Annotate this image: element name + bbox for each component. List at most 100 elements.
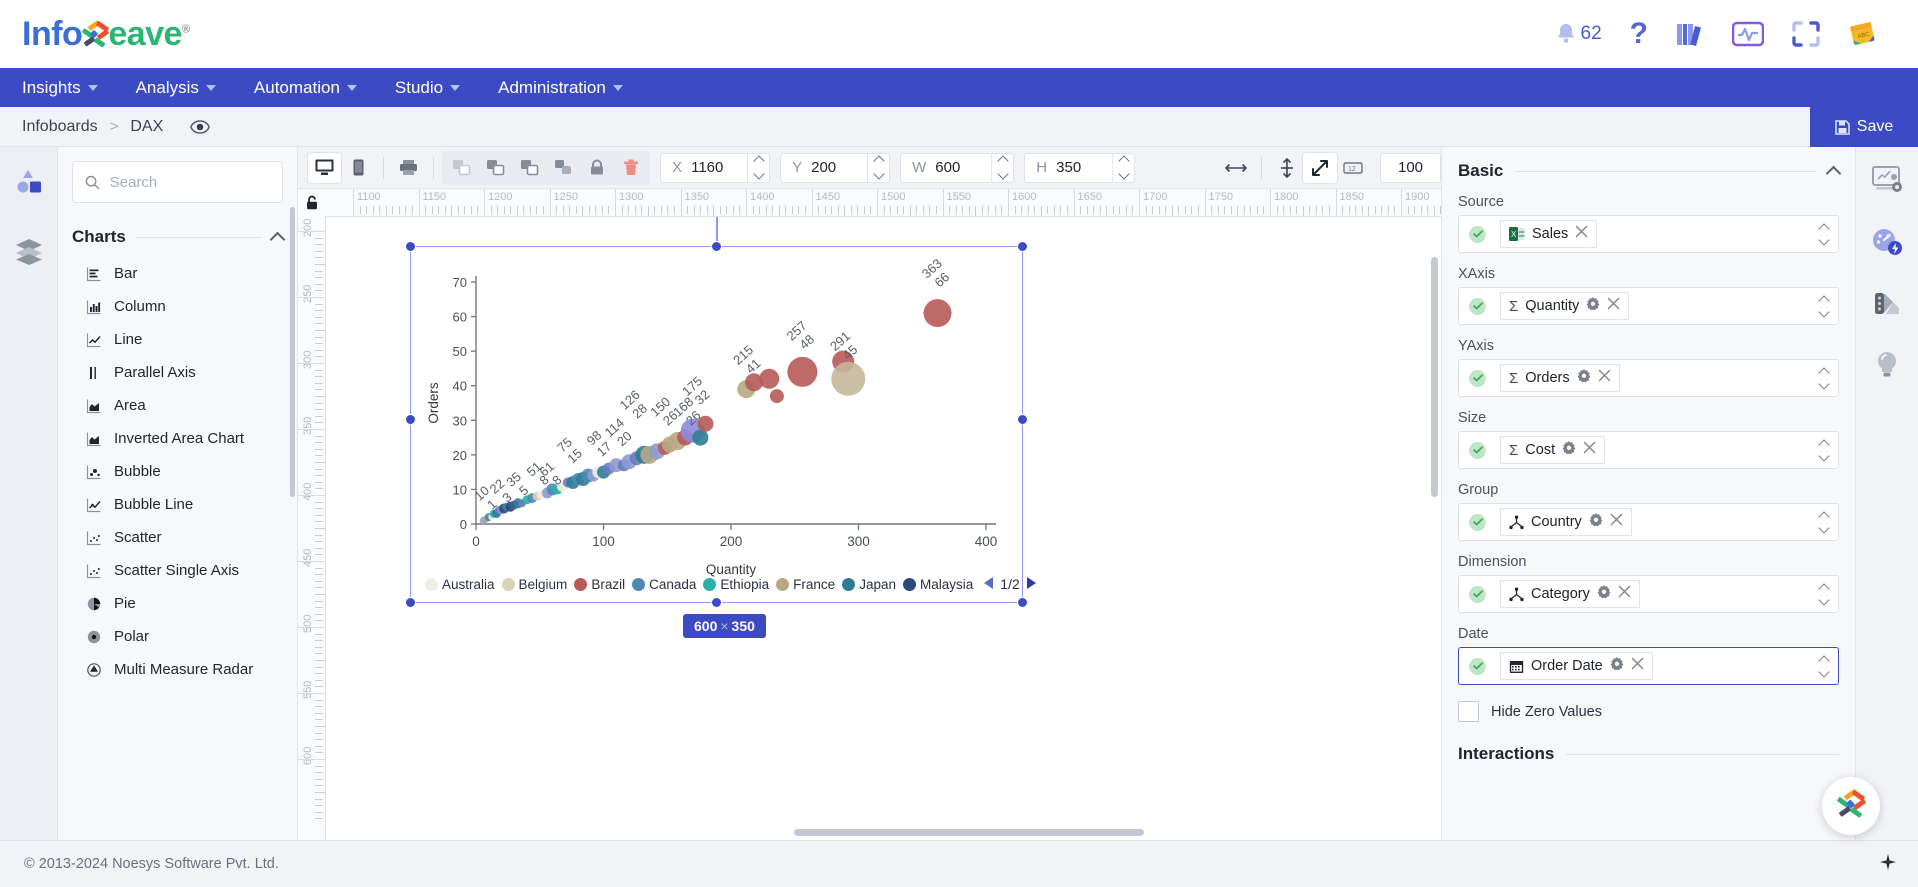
- field-chip[interactable]: Σ Orders: [1500, 364, 1620, 392]
- chart-item-area[interactable]: Area: [58, 389, 297, 422]
- performance-rail-button[interactable]: [1869, 223, 1905, 259]
- chart-item-bar[interactable]: Bar: [58, 257, 297, 290]
- chart-item-bubble[interactable]: Bubble: [58, 455, 297, 488]
- horizontal-ruler[interactable]: 1100 1150 1200 1250 1300 1350 1400 1450 1500 1550…: [326, 189, 1441, 217]
- field-chip[interactable]: Σ Quantity: [1500, 292, 1630, 320]
- field-chip[interactable]: Category: [1500, 580, 1640, 608]
- field-enabled-toggle[interactable]: [1469, 441, 1486, 459]
- chart-item-inverted-area-chart[interactable]: Inverted Area Chart: [58, 422, 297, 455]
- tips-rail-button[interactable]: [1869, 347, 1905, 383]
- field-row-dimension[interactable]: Category: [1458, 575, 1839, 613]
- y-input[interactable]: [811, 159, 868, 176]
- field-settings-button[interactable]: [1597, 584, 1611, 604]
- chevron-up-icon[interactable]: [1825, 165, 1842, 181]
- theme-rail-button[interactable]: [1869, 285, 1905, 321]
- align-horizontal-button[interactable]: [1220, 153, 1253, 183]
- field-stepper[interactable]: [1818, 582, 1830, 606]
- legend-item[interactable]: Malaysia: [903, 577, 973, 592]
- field-remove-button[interactable]: [1583, 441, 1596, 459]
- search-box[interactable]: [72, 161, 283, 203]
- legend-item[interactable]: Belgium: [501, 577, 567, 592]
- assistant-fab-button[interactable]: [1822, 777, 1880, 835]
- chart-item-parallel-axis[interactable]: Parallel Axis: [58, 356, 297, 389]
- chart-item-bubble-line[interactable]: Bubble Line: [58, 488, 297, 521]
- canvas-horizontal-scrollbar[interactable]: [794, 829, 1144, 836]
- legend-prev-button[interactable]: [982, 576, 994, 593]
- breadcrumb-item-dax[interactable]: DAX: [130, 118, 163, 136]
- canvas-vertical-scrollbar[interactable]: [1431, 257, 1438, 497]
- send-to-back-button[interactable]: [546, 153, 580, 183]
- field-enabled-toggle[interactable]: [1469, 369, 1486, 387]
- height-input[interactable]: [1056, 159, 1113, 176]
- app-logo[interactable]: Info eave®: [22, 17, 190, 51]
- field-enabled-toggle[interactable]: [1469, 225, 1486, 243]
- fullscreen-button[interactable]: [1792, 21, 1820, 47]
- lock-button[interactable]: [580, 153, 614, 183]
- bubble-chart-widget[interactable]: 0102030405060700 100 200 300 400OrdersQuanti…: [410, 246, 1023, 603]
- field-settings-button[interactable]: [1610, 656, 1624, 676]
- bring-to-front-button[interactable]: [512, 153, 546, 183]
- legend-item[interactable]: Canada: [632, 577, 696, 592]
- field-row-date[interactable]: Order Date: [1458, 647, 1839, 685]
- field-row-source[interactable]: X Sales: [1458, 215, 1839, 253]
- field-row-yaxis[interactable]: Σ Orders: [1458, 359, 1839, 397]
- hide-zero-values-row[interactable]: Hide Zero Values: [1458, 701, 1839, 722]
- x-position-field[interactable]: X: [660, 152, 771, 183]
- x-input[interactable]: [691, 159, 748, 176]
- chart-item-scatter[interactable]: Scatter: [58, 521, 297, 554]
- legend-item[interactable]: France: [776, 577, 835, 592]
- field-settings-button[interactable]: [1577, 368, 1591, 388]
- field-stepper[interactable]: [1818, 294, 1830, 318]
- y-stepper[interactable]: [867, 153, 889, 182]
- chart-settings-rail-button[interactable]: [1869, 161, 1905, 197]
- chevron-up-icon[interactable]: [269, 231, 286, 247]
- field-remove-button[interactable]: [1631, 657, 1644, 675]
- print-button[interactable]: [392, 153, 425, 183]
- breadcrumb-item-infoboards[interactable]: Infoboards: [22, 118, 98, 136]
- bring-forward-button[interactable]: [444, 153, 478, 183]
- preview-button[interactable]: [189, 116, 211, 138]
- field-chip[interactable]: X Sales: [1500, 220, 1598, 248]
- save-button[interactable]: Save: [1810, 107, 1918, 147]
- chart-item-pie[interactable]: Pie: [58, 587, 297, 620]
- mobile-view-button[interactable]: [341, 153, 374, 183]
- x-stepper[interactable]: [747, 153, 769, 182]
- field-chip[interactable]: Country: [1500, 508, 1632, 536]
- legend-next-button[interactable]: [1026, 576, 1038, 593]
- chart-item-scatter-single-axis[interactable]: Scatter Single Axis: [58, 554, 297, 587]
- grid-size-button[interactable]: 12: [1337, 153, 1370, 183]
- height-stepper[interactable]: [1112, 153, 1134, 182]
- nav-item-administration[interactable]: Administration: [498, 78, 623, 98]
- width-field[interactable]: W: [900, 152, 1015, 183]
- zoom-level-field[interactable]: 100: [1380, 152, 1441, 183]
- field-settings-button[interactable]: [1562, 440, 1576, 460]
- left-panel-scrollbar[interactable]: [290, 207, 295, 497]
- notes-button[interactable]: ABC: [1848, 20, 1878, 48]
- width-input[interactable]: [935, 159, 992, 176]
- nav-item-studio[interactable]: Studio: [395, 78, 461, 98]
- field-remove-button[interactable]: [1598, 369, 1611, 387]
- sparkle-icon[interactable]: [1878, 853, 1898, 873]
- height-field[interactable]: H: [1024, 152, 1136, 183]
- nav-item-automation[interactable]: Automation: [254, 78, 357, 98]
- field-settings-button[interactable]: [1589, 512, 1603, 532]
- field-enabled-toggle[interactable]: [1469, 657, 1486, 675]
- width-stepper[interactable]: [991, 153, 1013, 182]
- field-stepper[interactable]: [1818, 222, 1830, 246]
- field-remove-button[interactable]: [1575, 225, 1588, 243]
- nav-item-analysis[interactable]: Analysis: [136, 78, 216, 98]
- legend-item[interactable]: Australia: [425, 577, 495, 592]
- send-backward-button[interactable]: [478, 153, 512, 183]
- vertical-ruler[interactable]: 200 250 300 350 400 450 500 550 600: [298, 217, 326, 840]
- align-vertical-button[interactable]: [1270, 153, 1303, 183]
- field-row-size[interactable]: Σ Cost: [1458, 431, 1839, 469]
- delete-button[interactable]: [614, 153, 648, 183]
- notifications-button[interactable]: 62: [1555, 22, 1602, 46]
- field-remove-button[interactable]: [1610, 513, 1623, 531]
- chart-item-column[interactable]: Column: [58, 290, 297, 323]
- field-remove-button[interactable]: [1618, 585, 1631, 603]
- legend-item[interactable]: Brazil: [574, 577, 625, 592]
- chart-item-line[interactable]: Line: [58, 323, 297, 356]
- help-button[interactable]: ?: [1630, 19, 1648, 49]
- layers-rail-button[interactable]: [12, 233, 46, 267]
